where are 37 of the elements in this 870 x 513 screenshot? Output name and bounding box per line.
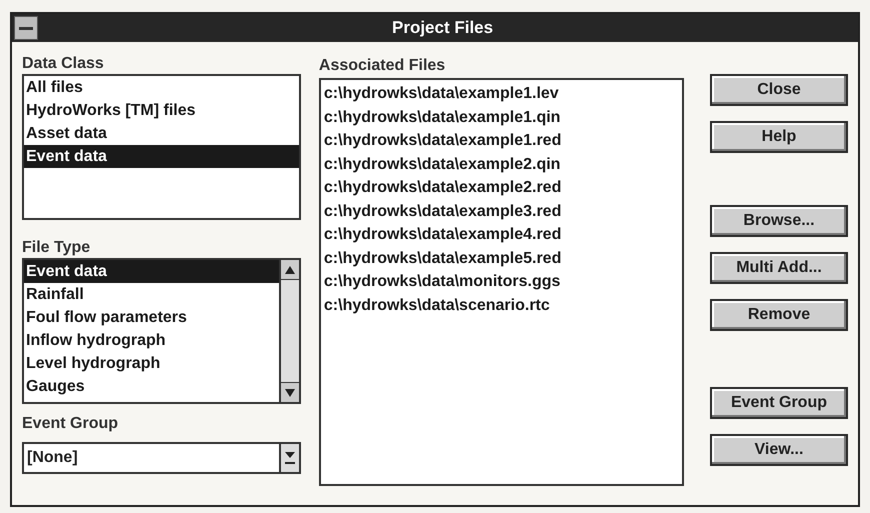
dialog-button[interactable]: Event Group <box>710 387 848 419</box>
file-path[interactable]: c:\hydrowks\data\example3.red <box>320 200 682 223</box>
dialog-button[interactable]: Help <box>710 121 848 153</box>
section-label: Data Class <box>22 54 105 74</box>
list-item[interactable]: Foul flow parameters <box>24 306 279 329</box>
file-path[interactable]: c:\hydrowks\data\example5.red <box>320 246 682 270</box>
list-item[interactable]: Event data <box>24 145 299 168</box>
list-item[interactable]: Gauges <box>24 375 279 398</box>
list-item[interactable]: Event data <box>24 260 279 283</box>
system-menu-icon[interactable] <box>14 16 38 40</box>
window-title: Project Files <box>392 17 494 40</box>
list-item[interactable]: HydroWorks [TM] files <box>24 99 299 122</box>
section-label: Event Group <box>22 414 120 434</box>
list-item[interactable]: Asset data <box>24 122 299 145</box>
file-path[interactable]: c:\hydrowks\data\example1.red <box>320 129 682 152</box>
file-path[interactable]: c:\hydrowks\data\example1.lev <box>320 82 682 106</box>
list-item[interactable]: Inflow hydrograph <box>24 329 279 352</box>
file-path[interactable]: c:\hydrowks\data\example2.red <box>320 176 682 200</box>
dialog-button[interactable]: Close <box>710 74 848 106</box>
dialog-button[interactable]: Multi Add... <box>710 252 848 284</box>
file-path[interactable]: c:\hydrowks\data\monitors.ggs <box>320 270 682 294</box>
dialog-button[interactable]: View... <box>710 434 848 466</box>
dropdown[interactable]: [None] <box>22 442 301 474</box>
section-label: File Type <box>22 238 92 258</box>
scroll-up-icon[interactable] <box>280 260 299 280</box>
dialog-button[interactable]: Browse... <box>710 205 848 237</box>
list-item[interactable]: Level hydrograph <box>24 352 279 375</box>
file-path[interactable]: c:\hydrowks\data\scenario.rtc <box>320 294 682 317</box>
dialog-button[interactable]: Remove <box>710 299 848 331</box>
list-item[interactable]: Rainfall <box>24 283 279 306</box>
file-path[interactable]: c:\hydrowks\data\example2.qin <box>320 152 682 176</box>
section-label: Associated Files <box>318 56 446 76</box>
scroll-down-icon[interactable] <box>280 382 299 402</box>
list-item[interactable]: All files <box>24 76 299 99</box>
file-path[interactable]: c:\hydrowks\data\example1.qin <box>320 106 682 129</box>
file-path[interactable]: c:\hydrowks\data\example4.red <box>320 223 682 246</box>
scrollbar[interactable] <box>278 260 299 402</box>
